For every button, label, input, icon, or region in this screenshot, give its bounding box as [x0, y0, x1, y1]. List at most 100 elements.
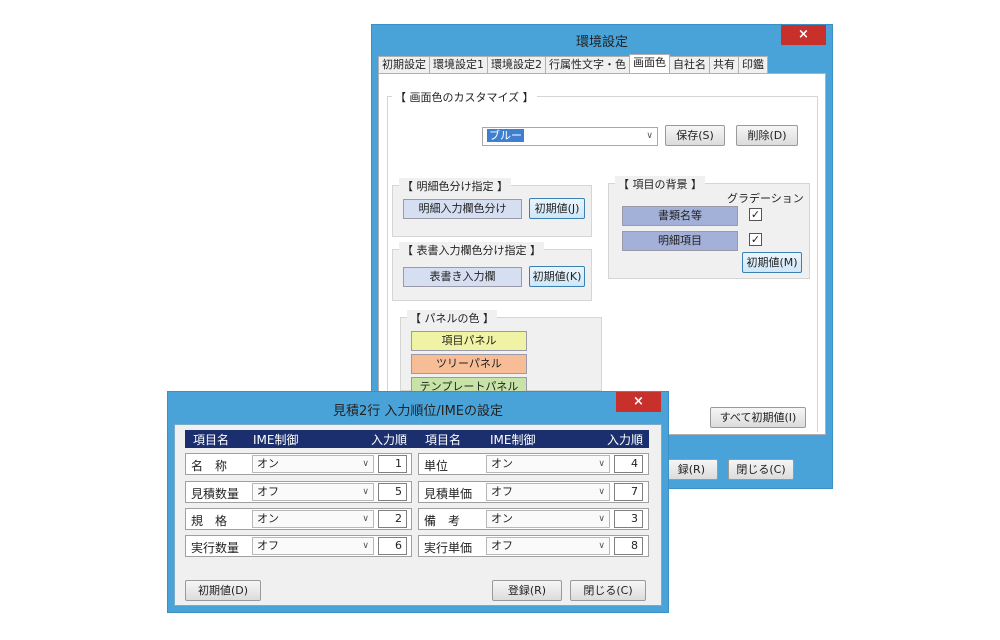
delete-button[interactable]: 削除(D)	[736, 125, 798, 146]
order-input[interactable]: 8	[614, 537, 643, 555]
settings-tabs: 初期設定 環境設定1 環境設定2 行属性文字・色 画面色 自社名 共有 印鑑	[378, 54, 768, 73]
table-row: 単位 オン ∨ 4	[418, 453, 649, 475]
ime-select-value: オフ	[491, 539, 513, 552]
tab-seal[interactable]: 印鑑	[738, 56, 768, 73]
close-icon: ×	[633, 394, 644, 409]
order-input[interactable]: 7	[614, 483, 643, 501]
doc-name-gradation-checkbox[interactable]: ✓	[749, 208, 762, 221]
background-reset-button[interactable]: 初期値(M)	[742, 252, 802, 273]
table-row: 名 称 オン ∨ 1	[185, 453, 412, 475]
ime-select[interactable]: オン ∨	[252, 510, 374, 528]
detail-reset-button[interactable]: 初期値(J)	[529, 198, 585, 219]
cover-color-group: 【 表書入力欄色分け指定 】 表書き入力欄 初期値(K)	[392, 242, 592, 301]
doc-name-color-button[interactable]: 書類名等	[622, 206, 738, 226]
item-background-group: 【 項目の背景 】 グラデーション 書類名等 ✓ 明細項目 ✓ 初期値(M)	[608, 176, 810, 279]
tab-share[interactable]: 共有	[709, 56, 739, 73]
header-order-right: 入力順	[607, 433, 644, 447]
order-input[interactable]: 1	[378, 455, 407, 473]
detail-color-button[interactable]: 明細入力欄色分け	[403, 199, 522, 219]
ime-select[interactable]: オフ ∨	[252, 537, 374, 555]
reset-all-button[interactable]: すべて初期値(I)	[710, 407, 806, 428]
detail-color-title: 【 明細色分け指定 】	[399, 178, 511, 194]
row-name: 名 称	[191, 459, 228, 473]
ime-select-value: オン	[491, 512, 513, 525]
dialog-reset-button[interactable]: 初期値(D)	[185, 580, 261, 601]
gradation-label: グラデーション	[727, 192, 804, 205]
order-input[interactable]: 3	[614, 510, 643, 528]
order-input[interactable]: 5	[378, 483, 407, 501]
table-row: 見積数量 オフ ∨ 5	[185, 481, 412, 503]
header-order-left: 入力順	[371, 433, 408, 447]
row-name: 見積数量	[191, 487, 240, 501]
ime-select-value: オフ	[257, 485, 279, 498]
ime-select[interactable]: オン ∨	[486, 455, 610, 473]
theme-selected-value: ブルー	[487, 129, 524, 142]
row-name: 備 考	[424, 514, 461, 528]
ime-select-value: オン	[491, 457, 513, 470]
table-row: 備 考 オン ∨ 3	[418, 508, 649, 530]
tab-env1[interactable]: 環境設定1	[429, 56, 488, 73]
table-row: 見積単価 オフ ∨ 7	[418, 481, 649, 503]
item-panel-color-button[interactable]: 項目パネル	[411, 331, 527, 351]
item-background-title: 【 項目の背景 】	[615, 176, 705, 192]
ime-select[interactable]: オフ ∨	[486, 483, 610, 501]
detail-item-gradation-checkbox[interactable]: ✓	[749, 233, 762, 246]
table-row: 規 格 オン ∨ 2	[185, 508, 412, 530]
customize-title: 【 画面色のカスタマイズ 】	[392, 89, 537, 105]
table-row: 実行単価 オフ ∨ 8	[418, 535, 649, 557]
header-ime-right: IME制御	[490, 433, 536, 447]
tab-env2[interactable]: 環境設定2	[487, 56, 546, 73]
chevron-down-icon: ∨	[362, 514, 369, 524]
settings-close-button[interactable]: ×	[781, 25, 826, 45]
detail-item-color-button[interactable]: 明細項目	[622, 231, 738, 251]
dialog-title: 見積2行 入力順位/IMEの設定	[332, 404, 504, 419]
row-name: 規 格	[191, 514, 228, 528]
dialog-register-button[interactable]: 登録(R)	[492, 580, 562, 601]
chevron-down-icon: ∨	[598, 487, 605, 497]
order-input[interactable]: 2	[378, 510, 407, 528]
settings-close-action-button[interactable]: 閉じる(C)	[728, 459, 794, 480]
chevron-down-icon: ∨	[362, 541, 369, 551]
dialog-close-action-button[interactable]: 閉じる(C)	[570, 580, 646, 601]
cover-color-title: 【 表書入力欄色分け指定 】	[399, 242, 544, 258]
ime-select-value: オン	[257, 457, 279, 470]
order-input[interactable]: 6	[378, 537, 407, 555]
close-icon: ×	[798, 27, 809, 42]
ime-select-value: オフ	[491, 485, 513, 498]
header-ime-left: IME制御	[253, 433, 299, 447]
panel-color-title: 【 パネルの色 】	[407, 310, 497, 326]
chevron-down-icon: ∨	[598, 541, 605, 551]
ime-select[interactable]: オン ∨	[252, 455, 374, 473]
tab-initial[interactable]: 初期設定	[378, 56, 430, 73]
cover-color-button[interactable]: 表書き入力欄	[403, 267, 522, 287]
header-item-name-left: 項目名	[193, 433, 230, 447]
ime-select-value: オフ	[257, 539, 279, 552]
ime-select[interactable]: オン ∨	[486, 510, 610, 528]
ime-select[interactable]: オフ ∨	[486, 537, 610, 555]
detail-color-group: 【 明細色分け指定 】 明細入力欄色分け 初期値(J)	[392, 178, 592, 237]
row-name: 単位	[424, 459, 449, 473]
order-input[interactable]: 4	[614, 455, 643, 473]
chevron-down-icon: ∨	[362, 459, 369, 469]
panel-color-group: 【 パネルの色 】 項目パネル ツリーパネル テンプレートパネル	[400, 310, 602, 397]
ime-select-value: オン	[257, 512, 279, 525]
save-button[interactable]: 保存(S)	[665, 125, 725, 146]
table-row: 実行数量 オフ ∨ 6	[185, 535, 412, 557]
ime-select[interactable]: オフ ∨	[252, 483, 374, 501]
row-name: 実行単価	[424, 541, 473, 555]
row-name: 実行数量	[191, 541, 240, 555]
chevron-down-icon: ∨	[362, 487, 369, 497]
dialog-close-button[interactable]: ×	[616, 392, 661, 412]
tab-line-attr[interactable]: 行属性文字・色	[545, 56, 630, 73]
chevron-down-icon: ∨	[598, 514, 605, 524]
tab-screen-color[interactable]: 画面色	[629, 54, 670, 73]
chevron-down-icon: ∨	[598, 459, 605, 469]
settings-title: 環境設定	[575, 35, 628, 50]
tree-panel-color-button[interactable]: ツリーパネル	[411, 354, 527, 374]
header-item-name-right: 項目名	[425, 433, 462, 447]
chevron-down-icon: ∨	[646, 131, 653, 141]
theme-select[interactable]: ブルー ∨	[482, 127, 658, 146]
ime-table-header: 項目名 IME制御 入力順 項目名 IME制御 入力順	[185, 430, 649, 448]
tab-company[interactable]: 自社名	[669, 56, 710, 73]
cover-reset-button[interactable]: 初期値(K)	[529, 266, 585, 287]
